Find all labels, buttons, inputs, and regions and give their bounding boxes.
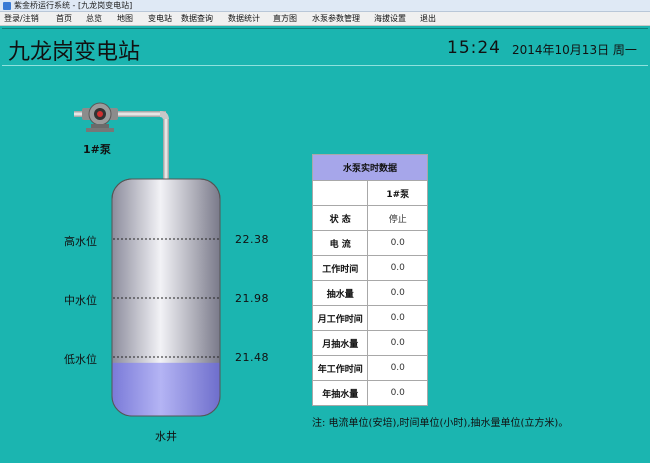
well-tank — [111, 178, 221, 417]
level-label-low: 低水位 — [64, 353, 97, 366]
title-bar: 紫金桥运行系统 - [九龙岗变电站] — [0, 0, 650, 12]
well-label: 水井 — [155, 430, 177, 443]
units-note: 注: 电流单位(安培),时间单位(小时),抽水量单位(立方米)。 — [312, 418, 569, 429]
row-value: 0.0 — [367, 330, 428, 356]
table-corner — [311, 180, 369, 206]
table-column-header: 1#泵 — [367, 180, 428, 206]
menu-home[interactable]: 首页 — [56, 12, 72, 26]
row-value: 0.0 — [367, 380, 428, 406]
menu-overview[interactable]: 总览 — [86, 12, 102, 26]
row-value: 0.0 — [367, 305, 428, 331]
row-label: 月抽水量 — [311, 330, 369, 356]
menu-altitude[interactable]: 海拔设置 — [374, 12, 406, 26]
table-row: 状 态 停止 — [311, 205, 428, 231]
level-label-mid: 中水位 — [64, 294, 97, 307]
table-row: 年抽水量 0.0 — [311, 380, 428, 406]
menu-login[interactable]: 登录/注销 — [4, 12, 39, 26]
menu-exit[interactable]: 退出 — [420, 12, 436, 26]
page-title: 九龙岗变电站 — [8, 40, 141, 65]
table-row: 工作时间 0.0 — [311, 255, 428, 281]
pump-data-table: 水泵实时数据 1#泵 状 态 停止 电 流 0.0 工作时间 0.0 抽水量 0… — [311, 154, 428, 406]
row-value: 停止 — [367, 205, 428, 231]
menu-bar: 登录/注销 首页 总览 地图 变电站 数据查询 数据统计 直方图 水泵参数管理 … — [0, 12, 650, 26]
pump-diagram: 1#泵 高水位 22.38 中水位 21.98 低水位 21.48 水井 水泵实… — [0, 66, 650, 463]
table-row: 年工作时间 0.0 — [311, 355, 428, 381]
water-fill — [112, 362, 220, 416]
row-label: 年工作时间 — [311, 355, 369, 381]
menu-data-query[interactable]: 数据查询 — [181, 12, 213, 26]
clock-date: 2014年10月13日 周一 — [512, 43, 637, 57]
clock-time: 15:24 — [447, 38, 501, 58]
table-title: 水泵实时数据 — [312, 154, 428, 181]
menu-substation[interactable]: 变电站 — [148, 12, 172, 26]
page-header: 九龙岗变电站 15:24 2014年10月13日 周一 — [2, 28, 648, 66]
level-value-high: 22.38 — [235, 233, 269, 246]
row-value: 0.0 — [367, 355, 428, 381]
menu-pump-params[interactable]: 水泵参数管理 — [312, 12, 360, 26]
menu-data-stats[interactable]: 数据统计 — [228, 12, 260, 26]
row-label: 抽水量 — [311, 280, 369, 306]
pipe-vertical — [163, 119, 169, 181]
table-row: 抽水量 0.0 — [311, 280, 428, 306]
row-label: 年抽水量 — [311, 380, 369, 406]
row-value: 0.0 — [367, 230, 428, 256]
pump-label: 1#泵 — [83, 143, 111, 156]
row-label: 工作时间 — [311, 255, 369, 281]
pipe-elbow — [160, 111, 169, 120]
row-label: 月工作时间 — [311, 305, 369, 331]
level-label-high: 高水位 — [64, 235, 97, 248]
window-title: 紫金桥运行系统 - [九龙岗变电站] — [14, 1, 133, 10]
level-value-low: 21.48 — [235, 351, 269, 364]
row-label: 状 态 — [311, 205, 369, 231]
row-label: 电 流 — [311, 230, 369, 256]
pipe-horizontal — [116, 111, 166, 117]
app-icon — [3, 2, 11, 10]
level-value-mid: 21.98 — [235, 292, 269, 305]
table-row: 电 流 0.0 — [311, 230, 428, 256]
row-value: 0.0 — [367, 280, 428, 306]
pump-icon[interactable] — [82, 102, 118, 132]
menu-histogram[interactable]: 直方图 — [273, 12, 297, 26]
table-row: 月工作时间 0.0 — [311, 305, 428, 331]
row-value: 0.0 — [367, 255, 428, 281]
menu-map[interactable]: 地图 — [117, 12, 133, 26]
table-row: 月抽水量 0.0 — [311, 330, 428, 356]
